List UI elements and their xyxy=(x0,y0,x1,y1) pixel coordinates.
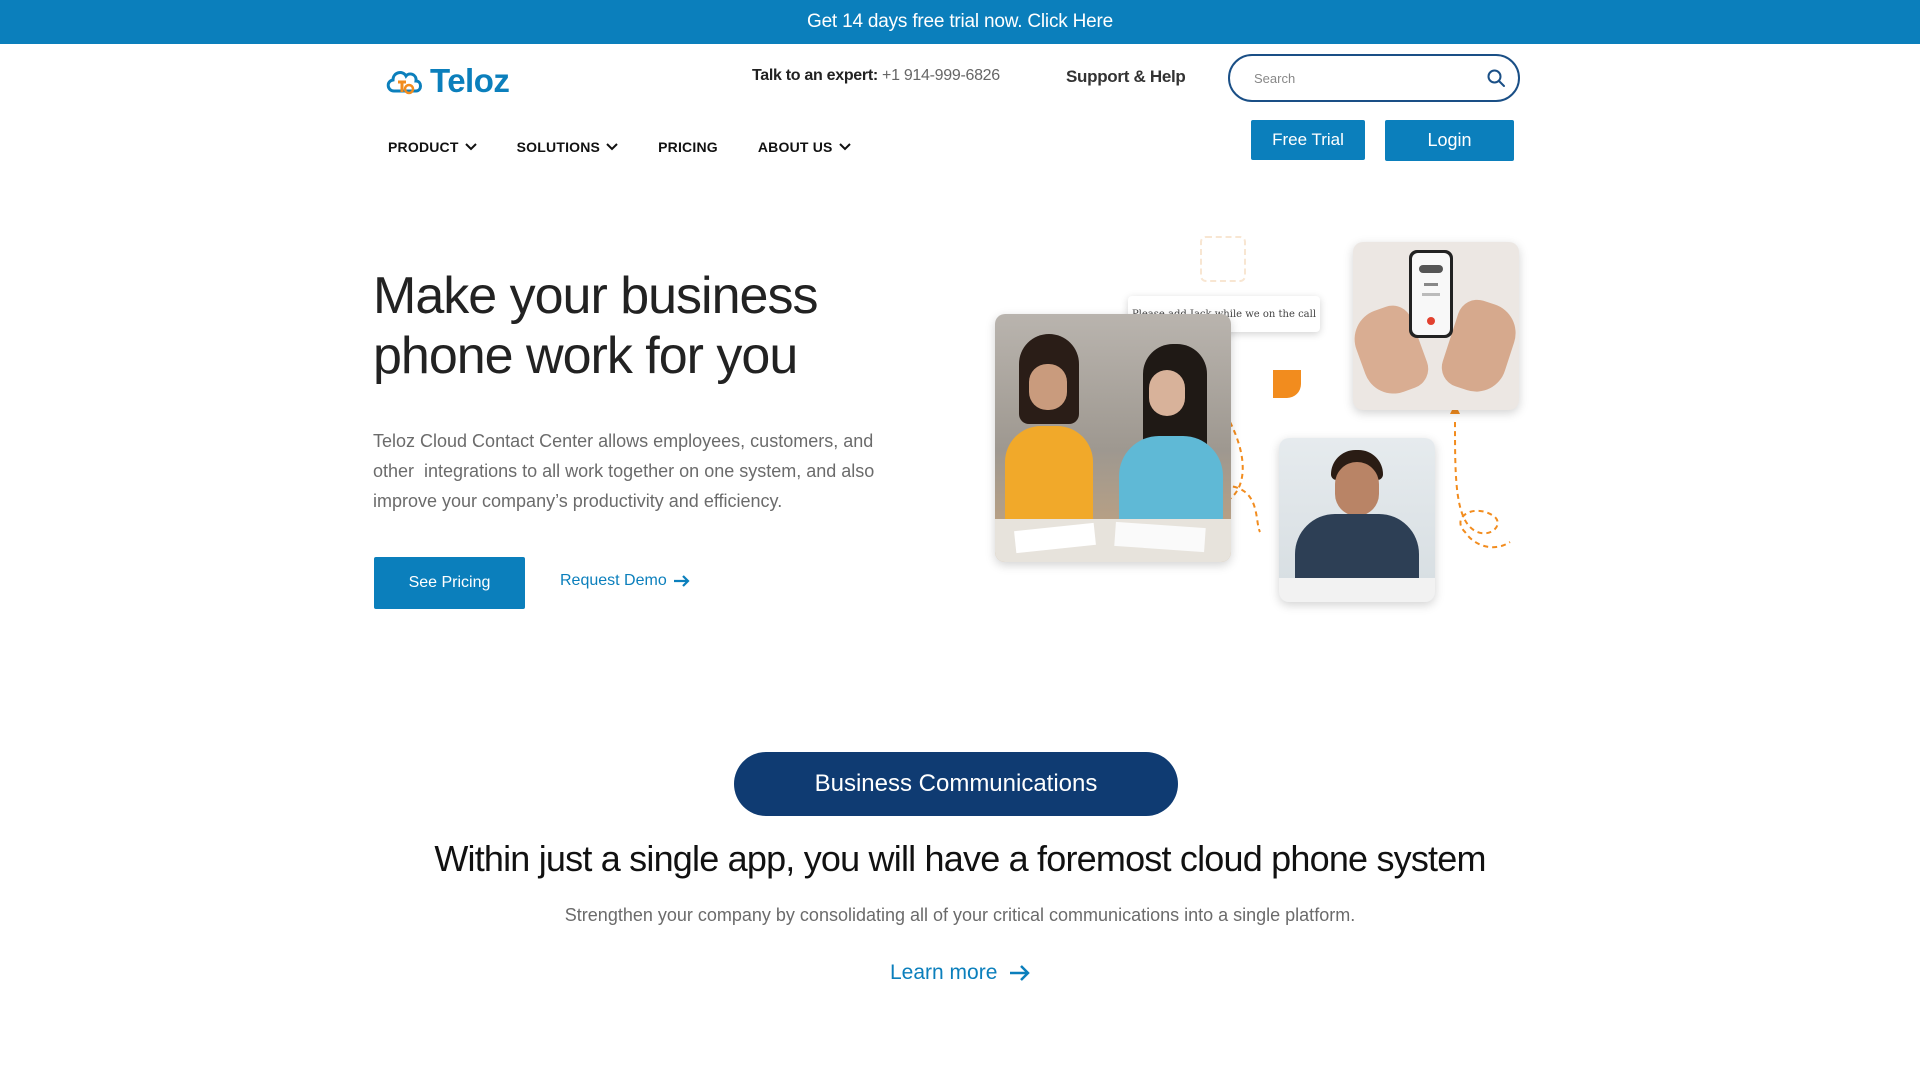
hero-title-line2: phone work for you xyxy=(373,327,798,385)
expert-label: Talk to an expert: xyxy=(752,67,878,84)
smartphone xyxy=(1409,250,1453,338)
search-box xyxy=(1228,54,1520,102)
support-link[interactable]: Support & Help xyxy=(1066,67,1186,87)
announcement-text[interactable]: Get 14 days free trial now. Click Here xyxy=(807,11,1113,33)
learn-more-link[interactable]: Learn more xyxy=(890,961,1031,985)
chevron-down-icon xyxy=(606,143,618,151)
expert-contact: Talk to an expert: +1 914-999-6826 xyxy=(752,67,1000,85)
orange-shape xyxy=(1273,370,1301,398)
phone-in-hands-image xyxy=(1353,242,1519,410)
logo[interactable]: Teloz xyxy=(384,62,510,100)
search-input[interactable] xyxy=(1252,69,1486,87)
hero-desc-line2: other integrations to all work together … xyxy=(373,461,875,481)
logo-text: Teloz xyxy=(430,62,510,99)
business-communications-badge[interactable]: Business Communications xyxy=(734,752,1178,816)
section-title: Within just a single app, you will have … xyxy=(434,838,1486,879)
nav-item-label: PRODUCT xyxy=(388,139,459,155)
hero-title: Make your business phone work for you xyxy=(373,266,933,386)
nav-item-label: ABOUT US xyxy=(757,139,833,155)
free-trial-button[interactable]: Free Trial xyxy=(1251,120,1365,160)
hero-description: Teloz Cloud Contact Center allows employ… xyxy=(373,426,913,516)
expert-phone-link[interactable]: +1 914-999-6826 xyxy=(882,67,1000,84)
login-button[interactable]: Login xyxy=(1385,120,1514,161)
chevron-down-icon xyxy=(838,143,851,151)
nav-item-solutions[interactable]: SOLUTIONS xyxy=(517,139,618,155)
cloud-phone-logo-icon xyxy=(386,71,422,95)
chevron-down-icon xyxy=(464,143,477,151)
nav-item-about-us[interactable]: ABOUT US xyxy=(758,139,851,155)
request-demo-link[interactable]: Request Demo xyxy=(560,572,691,590)
learn-more-label: Learn more xyxy=(890,961,998,984)
arrow-right-icon xyxy=(673,575,690,587)
arrow-right-icon xyxy=(1010,965,1031,981)
desk xyxy=(1279,578,1435,602)
search-icon[interactable] xyxy=(1486,68,1506,88)
faded-avatar-icon xyxy=(1200,236,1246,282)
nav-item-product[interactable]: PRODUCT xyxy=(388,139,477,155)
hero-collage: Please add Jack while we on the call xyxy=(985,232,1525,612)
see-pricing-button[interactable]: See Pricing xyxy=(374,557,525,609)
request-demo-label: Request Demo xyxy=(560,572,667,589)
table-with-notebooks xyxy=(995,519,1231,562)
man-shirt xyxy=(1295,514,1419,584)
hero-desc-line3: improve your company’s productivity and … xyxy=(373,491,783,511)
section-subtitle: Strengthen your company by consolidating… xyxy=(564,905,1356,925)
nav-item-pricing[interactable]: PRICING xyxy=(658,139,718,155)
hero-title-line1: Make your business xyxy=(373,267,818,325)
nav-item-label: PRICING xyxy=(658,139,718,155)
man-face xyxy=(1335,462,1379,516)
announcement-bar[interactable]: Get 14 days free trial now. Click Here xyxy=(0,0,1920,44)
hero-desc-line1: Teloz Cloud Contact Center allows employ… xyxy=(373,431,874,451)
women-meeting-image xyxy=(995,314,1231,562)
nav-item-label: SOLUTIONS xyxy=(516,139,601,155)
smiling-man-image xyxy=(1279,438,1435,602)
main-nav: PRODUCT SOLUTIONS PRICING ABOUT US xyxy=(388,139,891,155)
